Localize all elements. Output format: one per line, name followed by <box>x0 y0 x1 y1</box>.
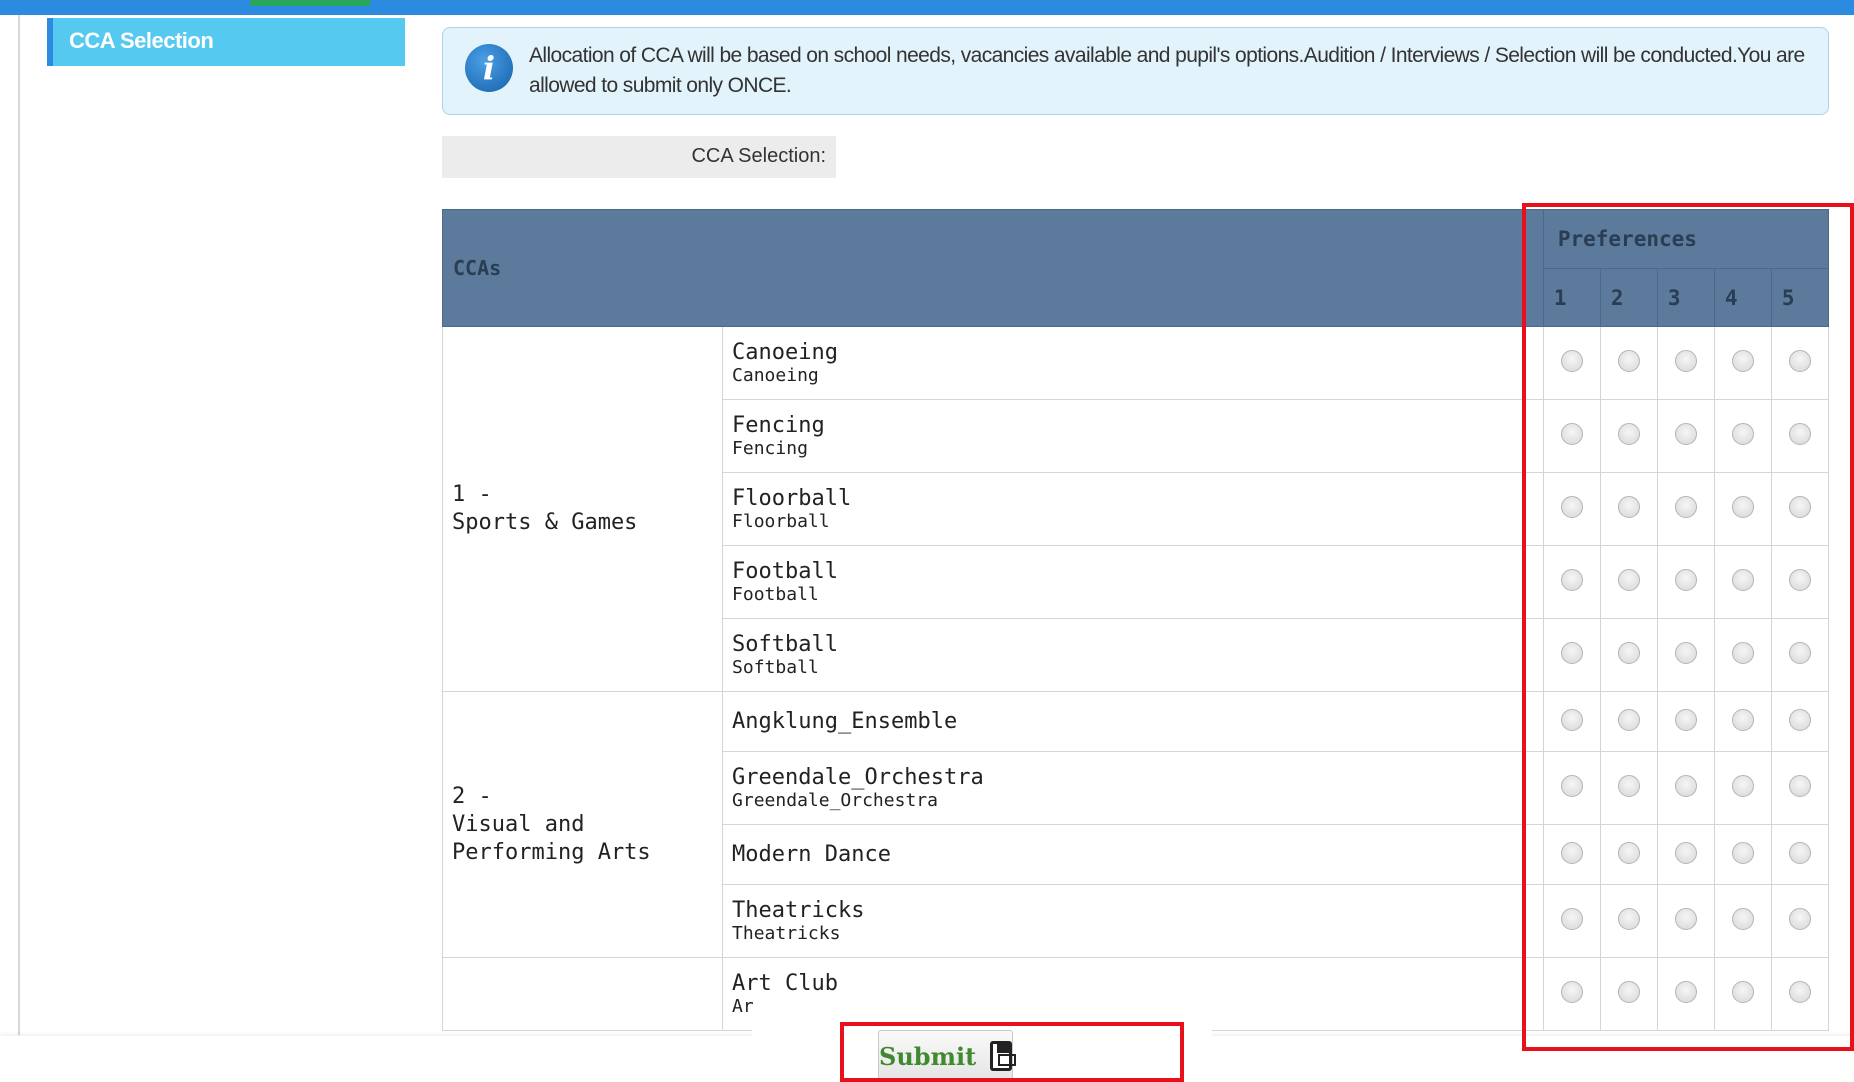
cca-name-cell: Canoeing Canoeing <box>722 326 1544 400</box>
cca-name: Greendale_Orchestra <box>732 764 984 790</box>
category-cell: 1 - Sports & Games <box>441 326 724 692</box>
category-name: Sports & Games <box>452 510 638 535</box>
cca-name: Floorball <box>732 485 852 511</box>
cca-name: Modern Dance <box>732 842 891 867</box>
info-alert: i Allocation of CCA will be based on sch… <box>442 27 1829 115</box>
cca-name: Football <box>732 558 839 584</box>
highlight-preferences-box <box>1522 203 1854 1051</box>
cca-name: Theatricks <box>732 897 865 923</box>
category-number: 1 - <box>452 482 492 507</box>
cca-name-cell: Softball Softball <box>722 618 1544 692</box>
info-icon: i <box>465 44 513 92</box>
cca-subname: Theatricks <box>732 922 841 944</box>
cca-name-cell: Fencing Fencing <box>722 399 1544 473</box>
category-cell <box>441 957 724 1031</box>
cca-name: Softball <box>732 631 839 657</box>
category-name: Visual and Performing Arts <box>452 811 651 865</box>
cca-name: Canoeing <box>732 339 839 365</box>
highlight-submit-box <box>840 1022 1184 1082</box>
category-cell: 2 - Visual and Performing Arts <box>441 691 724 958</box>
cca-name-cell: Theatricks Theatricks <box>722 884 1544 958</box>
cca-name: Angklung_Ensemble <box>732 709 958 734</box>
cca-subname: Softball <box>732 656 819 678</box>
left-divider <box>18 15 20 1035</box>
cca-name: Fencing <box>732 412 825 438</box>
cca-name: Art Club <box>732 970 839 996</box>
top-accent <box>250 0 370 6</box>
cca-name-cell: Modern Dance <box>722 824 1544 885</box>
cca-subname: Football <box>732 583 819 605</box>
cca-name-cell: Football Football <box>722 545 1544 619</box>
info-text: Allocation of CCA will be based on schoo… <box>529 44 1805 97</box>
cca-subname: Canoeing <box>732 364 819 386</box>
sidebar-item-cca-selection[interactable]: CCA Selection <box>47 18 405 66</box>
cca-name-cell: Angklung_Ensemble <box>722 691 1544 752</box>
cca-name-cell: Floorball Floorball <box>722 472 1544 546</box>
cca-subname: Floorball <box>732 510 830 532</box>
cca-name-cell: Greendale_Orchestra Greendale_Orchestra <box>722 751 1544 825</box>
cca-subname: Fencing <box>732 437 808 459</box>
cca-subname: Greendale_Orchestra <box>732 789 938 811</box>
header-ccas: CCAs <box>442 209 1544 327</box>
category-number: 2 - <box>452 783 492 809</box>
cca-selection-label: CCA Selection: <box>442 136 836 178</box>
